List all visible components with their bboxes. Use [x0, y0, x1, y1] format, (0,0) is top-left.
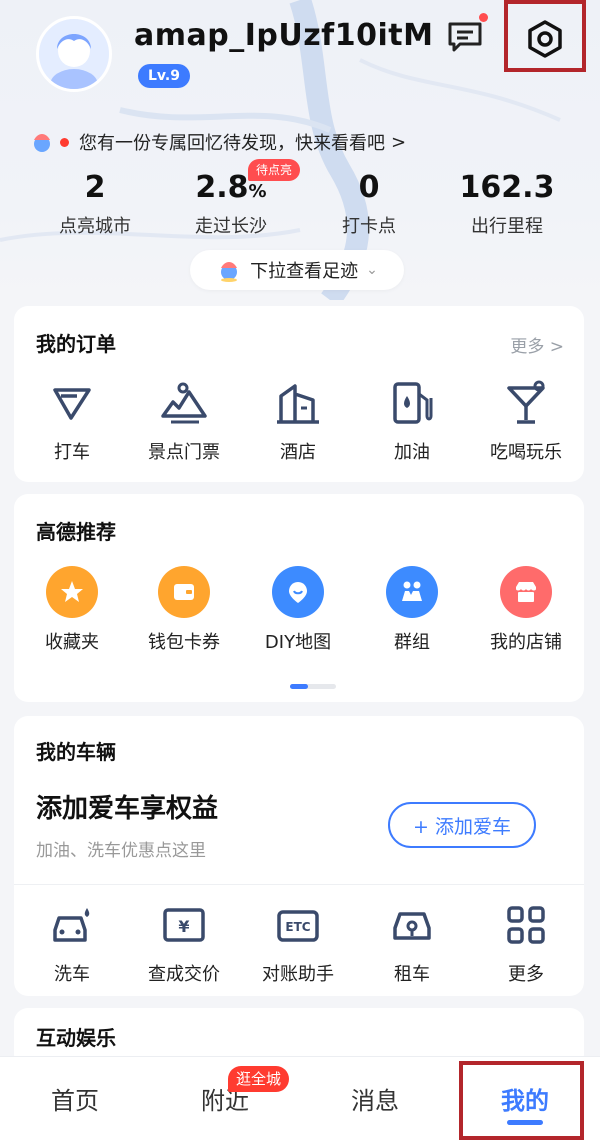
unread-dot [479, 13, 488, 22]
stat-label: 点亮城市 [59, 216, 131, 237]
recommend-item-diy-map[interactable]: DIY地图 [242, 566, 354, 654]
vehicle-card: 我的车辆 添加爱车享权益 加油、洗车优惠点这里 + 添加爱车 洗车 ¥ 查成交价… [14, 716, 584, 996]
recommend-item-label: 钱包卡券 [148, 632, 220, 653]
orders-card: 我的订单 更多 > 打车 景点门票 酒店 加油 吃喝玩乐 [14, 306, 584, 482]
recommend-item-label: 收藏夹 [45, 632, 99, 653]
view-footprint-label: 下拉查看足迹 [250, 261, 359, 282]
recommend-item-wallet[interactable]: 钱包卡券 [128, 566, 240, 654]
stat-label: 出行里程 [471, 216, 543, 237]
star-icon [46, 566, 98, 618]
username[interactable]: amap_IpUzf10itM [134, 18, 433, 53]
stat-city-progress[interactable]: 2.8% 走过长沙 [156, 168, 306, 238]
add-car-headline: 添加爱车享权益 [36, 794, 219, 824]
order-item-scenic-ticket[interactable]: 景点门票 [128, 378, 240, 464]
map-pin-icon [272, 566, 324, 618]
wallet-icon [158, 566, 210, 618]
memory-banner[interactable]: 您有一份专属回忆待发现，快来看看吧 > [30, 127, 406, 157]
vehicle-item-label: 更多 [508, 964, 544, 985]
mascot-icon [221, 262, 238, 282]
chevron-right-icon: > [391, 131, 407, 153]
stat-cities[interactable]: 2 点亮城市 [20, 168, 170, 238]
order-item-fuel[interactable]: 加油 [356, 378, 468, 464]
chevron-down-icon: ⌄ [366, 262, 378, 278]
recommend-title: 高德推荐 [36, 520, 116, 544]
order-item-label: 吃喝玩乐 [490, 442, 562, 463]
order-item-food-fun[interactable]: 吃喝玩乐 [470, 378, 582, 464]
vehicle-item-label: 对账助手 [262, 964, 334, 985]
recommend-item-label: DIY地图 [264, 632, 332, 653]
settings-icon[interactable] [524, 18, 566, 60]
avatar[interactable] [36, 16, 112, 92]
order-item-label: 景点门票 [148, 442, 220, 463]
orders-more-link[interactable]: 更多 > [510, 332, 564, 357]
profile-header: amap_IpUzf10itM Lv.9 您有一份专属回忆待发现，快来看看吧 >… [0, 0, 600, 300]
recommend-item-groups[interactable]: 群组 [356, 566, 468, 654]
order-item-taxi[interactable]: 打车 [16, 378, 128, 464]
car-wash-icon [47, 900, 97, 950]
divider [14, 884, 584, 885]
nearby-badge: 逛全城 [228, 1066, 290, 1092]
add-car-subtitle: 加油、洗车优惠点这里 [36, 841, 206, 861]
etc-icon: ETC [273, 900, 323, 950]
vehicle-item-more[interactable]: 更多 [470, 900, 582, 986]
tab-home[interactable]: 首页 [0, 1081, 150, 1116]
cocktail-icon [501, 378, 551, 428]
vehicle-title: 我的车辆 [36, 740, 116, 764]
svg-text:¥: ¥ [178, 917, 189, 936]
memory-mascot-icon [34, 134, 50, 152]
recommend-item-label: 我的店铺 [490, 632, 562, 653]
stat-value: 162.3 [459, 170, 555, 205]
stat-label: 走过长沙 [195, 216, 267, 237]
more-grid-icon [501, 900, 551, 950]
vehicle-item-rent-car[interactable]: 租车 [356, 900, 468, 986]
order-item-label: 加油 [394, 442, 430, 463]
stat-mileage[interactable]: 162.3 出行里程 [432, 168, 582, 238]
stat-unit: % [248, 181, 267, 202]
order-item-label: 打车 [54, 442, 90, 463]
hotel-icon [273, 378, 323, 428]
group-icon [386, 566, 438, 618]
vehicle-item-car-wash[interactable]: 洗车 [16, 900, 128, 986]
recommend-card: 高德推荐 收藏夹 钱包卡券 DIY地图 群组 我的店铺 [14, 494, 584, 702]
orders-title: 我的订单 [36, 332, 116, 356]
stat-value: 0 [358, 170, 380, 205]
page-indicator [290, 684, 336, 689]
view-footprint-pill[interactable]: 下拉查看足迹 ⌄ [190, 250, 404, 290]
vehicle-item-label: 查成交价 [148, 964, 220, 985]
add-car-button[interactable]: + 添加爱车 [388, 802, 536, 848]
stat-value: 2 [84, 170, 106, 205]
recommend-item-label: 群组 [394, 632, 430, 653]
mine-tab-highlight-frame [459, 1061, 584, 1140]
stat-label: 打卡点 [342, 216, 396, 237]
vehicle-item-label: 租车 [394, 964, 430, 985]
tab-messages[interactable]: 消息 [300, 1081, 450, 1116]
price-icon: ¥ [159, 900, 209, 950]
recommend-item-favorites[interactable]: 收藏夹 [16, 566, 128, 654]
order-item-hotel[interactable]: 酒店 [242, 378, 354, 464]
entertainment-title: 互动娱乐 [36, 1026, 116, 1050]
level-badge: Lv.9 [138, 64, 190, 88]
fuel-icon [387, 378, 437, 428]
vehicle-item-label: 洗车 [54, 964, 90, 985]
notification-dot [60, 137, 69, 147]
vehicle-item-price[interactable]: ¥ 查成交价 [128, 900, 240, 986]
stats-row: 2 点亮城市 2.8% 走过长沙 0 打卡点 162.3 出行里程 [0, 168, 600, 248]
order-item-label: 酒店 [280, 442, 316, 463]
scenic-ticket-icon [159, 378, 209, 428]
svg-text:ETC: ETC [285, 920, 310, 934]
stat-checkins[interactable]: 0 打卡点 [294, 168, 444, 238]
taxi-icon [47, 378, 97, 428]
memory-banner-text: 您有一份专属回忆待发现，快来看看吧 [79, 133, 385, 154]
stat-value: 2.8 [195, 170, 249, 205]
rent-car-icon [387, 900, 437, 950]
message-icon[interactable] [446, 20, 484, 54]
vehicle-item-etc[interactable]: ETC 对账助手 [242, 900, 354, 986]
recommend-item-my-shop[interactable]: 我的店铺 [470, 566, 582, 654]
shop-icon [500, 566, 552, 618]
